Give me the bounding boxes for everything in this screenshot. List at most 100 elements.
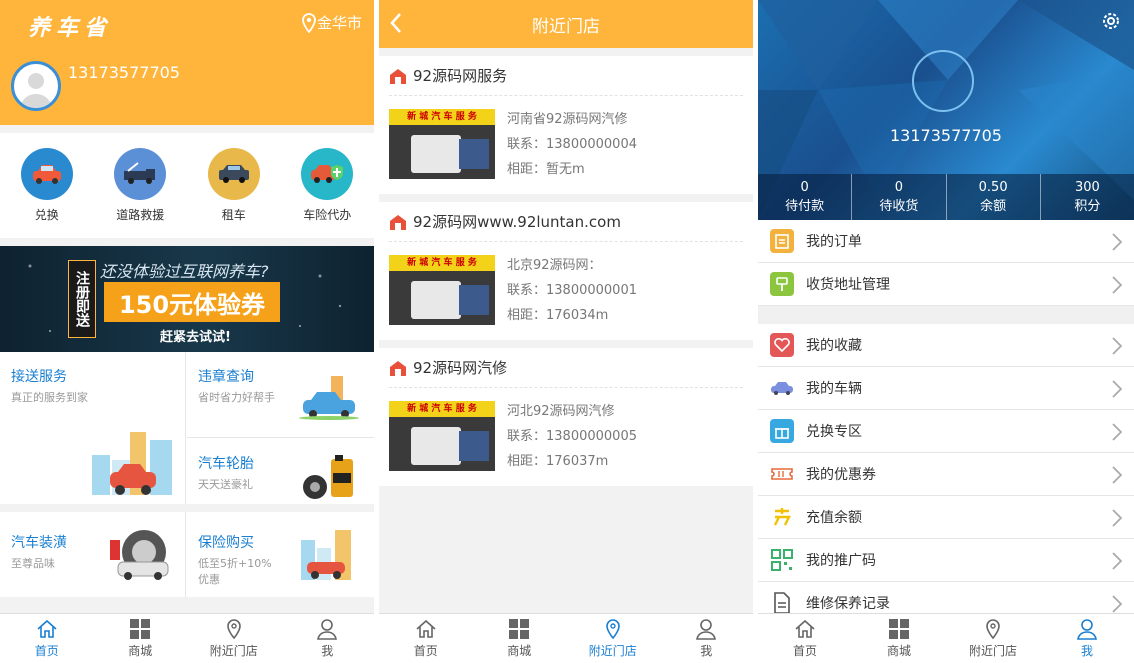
store-sign: 新 城 汽 车 服 务 (389, 255, 495, 271)
avatar[interactable] (11, 61, 61, 111)
menu-address-management[interactable]: 收货地址管理 (758, 263, 1134, 306)
tile-insurance-purchase[interactable]: 保险购买 低至5折+10% 优惠 (187, 512, 374, 597)
store-card[interactable]: 92源码网服务 新 城 汽 车 服 务 河南省92源码网汽修 联系：138000… (379, 56, 753, 194)
tab-mall[interactable]: 商城 (852, 614, 946, 663)
menu-favorites[interactable]: 我的收藏 (758, 324, 1134, 367)
car-icon (770, 376, 794, 400)
home-header: 养车省 金华市 13173577705 (0, 0, 374, 125)
store-body: 新 城 汽 车 服 务 北京92源码网： 联系：13800000001 相距：1… (389, 242, 743, 340)
store-name: 92源码网服务 (413, 67, 508, 85)
stat-balance[interactable]: 0.50 余额 (947, 174, 1041, 220)
register-gift-label: 注册即送 (68, 260, 96, 338)
menu-referral-code[interactable]: 我的推广码 (758, 539, 1134, 582)
store-address: 河北92源码网汽修 (507, 404, 615, 419)
grid-divider (0, 504, 374, 512)
service-car-rental[interactable]: 租车 (207, 148, 260, 223)
menu-label: 兑换专区 (806, 424, 862, 440)
tab-nearby[interactable]: 附近门店 (566, 614, 660, 663)
grid-icon (130, 619, 151, 639)
location-icon (226, 619, 241, 640)
tab-label: 附近门店 (968, 644, 1017, 658)
store-distance: 相距：176037m (507, 454, 609, 469)
service-insurance-agent[interactable]: 车险代办 (301, 148, 354, 223)
tab-home[interactable]: 首页 (758, 614, 852, 663)
nearby-header: 附近门店 (379, 0, 753, 48)
service-exchange[interactable]: 兑换 (20, 148, 73, 223)
menu-my-orders[interactable]: 我的订单 (758, 220, 1134, 263)
chevron-right-icon (1112, 233, 1122, 251)
grid-icon (889, 619, 909, 639)
tab-home[interactable]: 首页 (379, 614, 473, 663)
car-shield-icon (301, 148, 354, 200)
store-card[interactable]: 92源码网汽修 新 城 汽 车 服 务 河北92源码网汽修 联系：1380000… (379, 348, 753, 486)
store-contact: 联系：13800000001 (507, 283, 637, 298)
settings-gear-icon[interactable] (1100, 10, 1122, 32)
store-address: 北京92源码网： (507, 258, 602, 273)
tile-pickup-service[interactable]: 接送服务 真正的服务到家 (0, 352, 186, 504)
menu-exchange-zone[interactable]: 兑换专区 (758, 410, 1134, 453)
store-header: 92源码网www.92luntan.com (389, 202, 743, 242)
menu-separator (758, 306, 1134, 324)
tab-mall[interactable]: 商城 (94, 614, 188, 663)
store-header: 92源码网汽修 (389, 348, 743, 388)
tile-car-tires[interactable]: 汽车轮胎 天天送豪礼 (187, 439, 374, 504)
menu-label: 我的优惠券 (806, 467, 876, 483)
tab-label: 附近门店 (588, 644, 637, 658)
promo-banner[interactable]: 注册即送 还没体验过互联网养车? 150元体验券 赶紧去试试! (0, 246, 374, 352)
tab-me[interactable]: 我 (1040, 614, 1134, 663)
tile-car-decoration[interactable]: 汽车装潢 至尊品味 (0, 512, 186, 597)
back-arrow-icon[interactable] (389, 12, 403, 34)
menu-my-vehicles[interactable]: 我的车辆 (758, 367, 1134, 410)
menu-label: 我的推广码 (806, 553, 876, 569)
chevron-right-icon (1112, 552, 1122, 570)
stat-points[interactable]: 300 积分 (1041, 174, 1134, 220)
suv-icon (207, 148, 260, 200)
stat-pending-receipt[interactable]: 0 待收货 (852, 174, 947, 220)
user-icon (696, 619, 717, 640)
menu-my-coupons[interactable]: 我的优惠券 (758, 453, 1134, 496)
tab-nearby[interactable]: 附近门店 (946, 614, 1040, 663)
stat-pending-payment[interactable]: 0 待付款 (758, 174, 853, 220)
menu-recharge-balance[interactable]: 充值余额 (758, 496, 1134, 539)
store-photo: 新 城 汽 车 服 务 (389, 401, 495, 471)
store-info: 河南省92源码网汽修 联系：13800000004 相距：暂无m (507, 109, 637, 184)
photo-car-2 (459, 139, 489, 169)
profile-hero: 13173577705 0 待付款 0 待收货 0.50 余额 300 积分 (758, 0, 1134, 220)
banner-cta: 赶紧去试试! (160, 330, 231, 345)
home-icon (37, 619, 57, 638)
bottom-tab-bar: 首页 商城 附近门店 我 (379, 613, 753, 663)
avatar-person-icon (20, 73, 52, 108)
qr-code-icon (770, 548, 794, 572)
tab-me[interactable]: 我 (660, 614, 754, 663)
store-info: 河北92源码网汽修 联系：13800000005 相距：176037m (507, 401, 637, 476)
location-icon (986, 619, 1000, 640)
tile-violation-query[interactable]: 违章查询 省时省力好帮手 (187, 352, 374, 438)
city-label: 金华市 (316, 14, 362, 32)
city-selector[interactable]: 金华市 (301, 12, 362, 33)
tab-home[interactable]: 首页 (0, 614, 94, 663)
tab-label: 商城 (886, 644, 911, 658)
store-name: 92源码网汽修 (413, 359, 508, 377)
store-card[interactable]: 92源码网www.92luntan.com 新 城 汽 车 服 务 北京92源码… (379, 202, 753, 340)
menu-group-1: 我的订单 收货地址管理 (758, 220, 1134, 306)
tab-mall[interactable]: 商城 (473, 614, 567, 663)
profile-avatar[interactable] (912, 50, 974, 112)
signpost-icon (770, 272, 794, 296)
account-stats: 0 待付款 0 待收货 0.50 余额 300 积分 (758, 174, 1134, 220)
tow-truck-icon (114, 148, 167, 200)
car-front-icon (20, 148, 73, 200)
store-distance: 相距：176034m (507, 308, 609, 323)
stat-label: 积分 (1074, 199, 1101, 214)
service-road-rescue[interactable]: 道路救援 (114, 148, 167, 223)
user-phone: 13173577705 (68, 63, 180, 82)
menu-label: 我的收藏 (806, 338, 862, 354)
banner-headline: 还没体验过互联网养车? (100, 262, 269, 281)
tab-nearby[interactable]: 附近门店 (187, 614, 281, 663)
profile-phone: 13173577705 (890, 126, 1002, 145)
menu-label: 我的车辆 (806, 381, 862, 397)
tab-me[interactable]: 我 (281, 614, 375, 663)
service-label: 车险代办 (303, 208, 352, 222)
home-screen: 养车省 金华市 13173577705 兑换 道路救援 租车 车险代办 注册即送… (0, 0, 374, 663)
gift-icon (770, 419, 794, 443)
tire-oil-icon (303, 455, 353, 499)
